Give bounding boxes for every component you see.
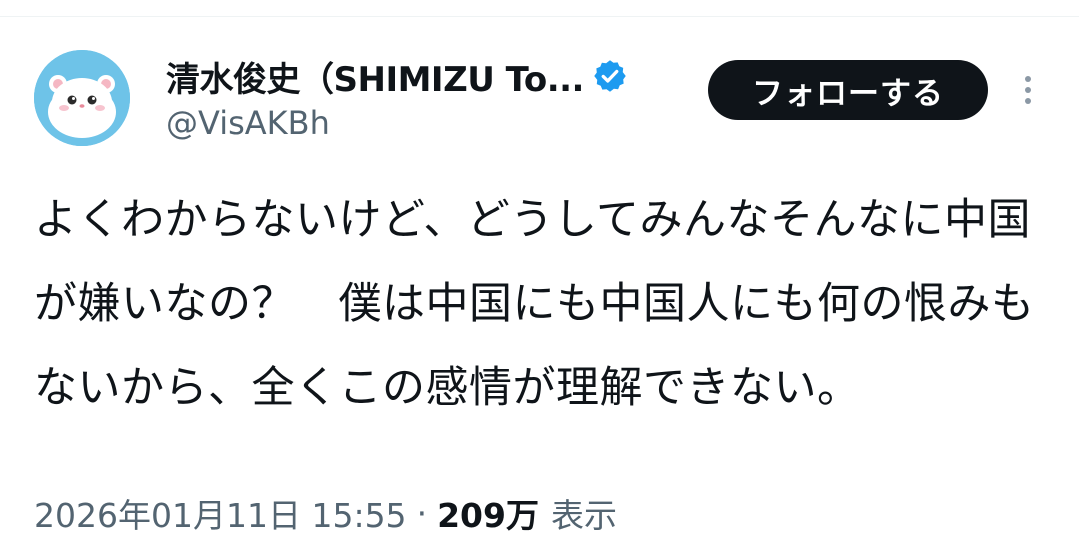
author-name-row: 清水俊史（SHIMIZU To... [166,52,628,101]
view-label: 表示 [550,496,617,535]
tweet-timestamp[interactable]: 2026年01月11日 15:55 [34,489,407,537]
tweet-meta: 2026年01月11日 15:55 · 209万 表示 [34,490,617,536]
top-divider [0,16,1079,17]
meta-separator: · [416,493,428,533]
view-count: 209万 [437,496,539,535]
hamster-avatar-icon [34,50,130,146]
more-dot [1025,76,1031,82]
more-dot [1025,98,1031,104]
more-options-icon[interactable] [1012,70,1044,110]
verified-badge-icon[interactable] [592,58,628,94]
author-display-name[interactable]: 清水俊史（SHIMIZU To... [166,52,584,101]
follow-button[interactable]: フォローする [708,60,988,120]
author-handle[interactable]: @VisAKBh [166,104,330,142]
more-dot [1025,87,1031,93]
tweet-text: よくわからないけど、どうしてみんなそんなに中国が嫌いなの？ 僕は中国にも中国人に… [34,195,1035,413]
avatar[interactable] [34,50,130,146]
